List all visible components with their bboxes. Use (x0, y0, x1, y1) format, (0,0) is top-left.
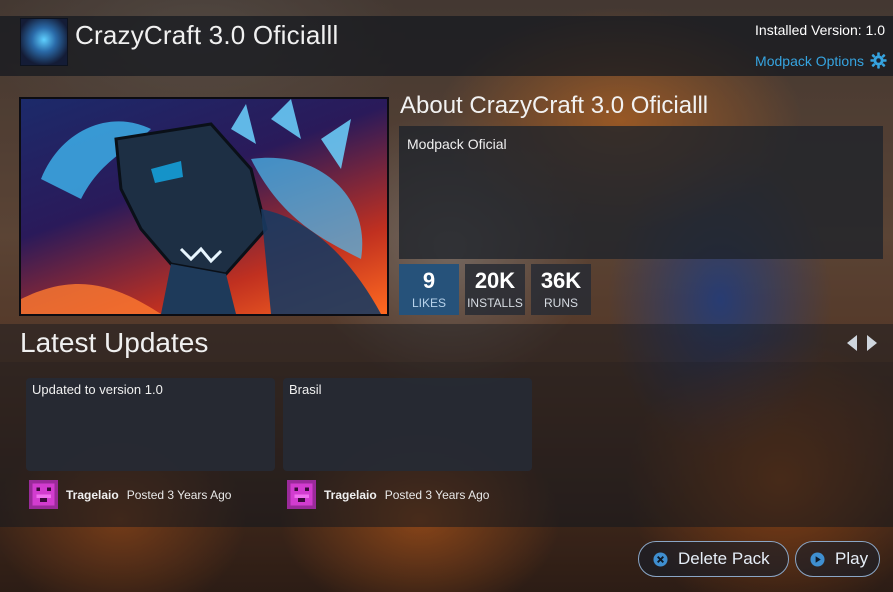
updates-pager (845, 334, 879, 352)
arrow-right-icon[interactable] (865, 334, 879, 352)
delete-icon (653, 551, 668, 567)
pack-banner-image (19, 97, 389, 316)
stat-installs: 20K INSTALLS (465, 264, 525, 315)
delete-pack-button[interactable]: Delete Pack (638, 541, 789, 577)
stat-installs-value: 20K (474, 268, 516, 293)
avatar (29, 480, 58, 509)
update-author: Tragelaio Posted 3 Years Ago (287, 480, 489, 509)
stat-runs-label: RUNS (543, 296, 578, 310)
pack-title: CrazyCraft 3.0 Oficialll (75, 20, 339, 50)
avatar (287, 480, 316, 509)
delete-pack-label: Delete Pack (678, 549, 770, 568)
description-text: Modpack Oficial (407, 136, 507, 152)
pack-logo-icon (20, 18, 68, 66)
arrow-left-icon[interactable] (845, 334, 859, 352)
posted-time: Posted 3 Years Ago (384, 487, 490, 502)
installed-version: Installed Version: 1.0 (755, 22, 885, 38)
play-label: Play (835, 549, 869, 568)
modpack-options-label: Modpack Options (755, 52, 864, 69)
stat-runs-value: 36K (540, 268, 582, 293)
play-icon (810, 551, 825, 567)
stat-installs-label: INSTALLS (467, 296, 523, 310)
update-card-text: Updated to version 1.0 (32, 382, 163, 397)
update-author: Tragelaio Posted 3 Years Ago (29, 480, 231, 509)
stat-likes-label: LIKES (411, 296, 447, 310)
description-box: Modpack Oficial (399, 126, 883, 259)
stat-runs: 36K RUNS (531, 264, 591, 315)
play-button[interactable]: Play (795, 541, 880, 577)
updates-title: Latest Updates (20, 327, 209, 358)
stat-likes[interactable]: 9 LIKES (399, 264, 459, 315)
modpack-options-link[interactable]: Modpack Options (755, 52, 887, 69)
about-title: About CrazyCraft 3.0 Oficialll (400, 92, 709, 119)
stat-likes-value: 9 (422, 268, 436, 293)
dragon-artwork (21, 99, 381, 314)
stats-row: 9 LIKES 20K INSTALLS 36K RUNS (399, 264, 591, 315)
author-name[interactable]: Tragelaio (66, 488, 119, 502)
gear-icon (870, 52, 887, 69)
update-card[interactable]: Brasil (283, 378, 532, 471)
posted-time: Posted 3 Years Ago (126, 487, 232, 502)
update-card[interactable]: Updated to version 1.0 (26, 378, 275, 471)
update-card-text: Brasil (289, 382, 322, 397)
author-name[interactable]: Tragelaio (324, 488, 377, 502)
